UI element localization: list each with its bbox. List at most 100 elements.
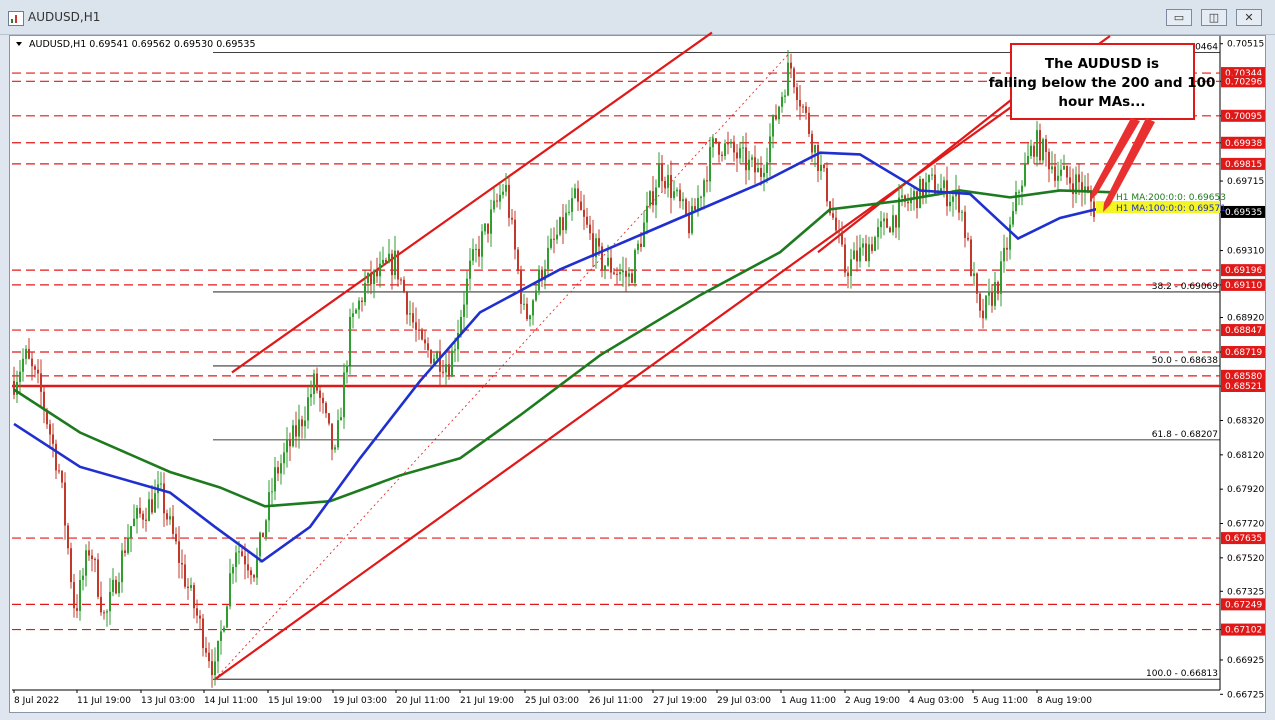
candle-body [865, 243, 867, 262]
candle-body [1060, 169, 1062, 176]
dropdown-icon[interactable] [16, 42, 22, 46]
candle-body [103, 612, 105, 614]
red-price-tag-label: 0.68521 [1225, 382, 1262, 392]
candle-body [682, 199, 684, 202]
candle-body [478, 248, 480, 257]
candle-body [40, 373, 42, 392]
candle-body [607, 257, 609, 266]
x-tick-label: 25 Jul 03:00 [525, 696, 579, 706]
candle-body [115, 579, 117, 594]
candle-body [850, 259, 852, 277]
candle-body [34, 366, 36, 370]
candle-body [208, 652, 210, 662]
candle-body [856, 250, 858, 262]
candle-body [1042, 139, 1044, 161]
candle-body [172, 516, 174, 534]
candle-body [307, 397, 309, 421]
candle-body [574, 188, 576, 199]
candle-body [736, 152, 738, 159]
candle-body [31, 358, 33, 367]
candle-body [61, 470, 63, 483]
candle-body [82, 575, 84, 580]
candle-body [763, 172, 765, 177]
candle-body [241, 551, 243, 556]
candle-body [190, 585, 192, 588]
candle-body [529, 315, 531, 320]
candle-body [400, 279, 402, 281]
candle-body [817, 145, 819, 171]
candle-body [382, 259, 384, 264]
candle-body [634, 250, 636, 283]
candle-body [211, 661, 213, 676]
candle-body [535, 290, 537, 301]
candle-body [1045, 139, 1047, 152]
y-tick-label: 0.67720 [1227, 519, 1264, 529]
candle-body [355, 309, 357, 314]
candle-body [781, 96, 783, 107]
candle-body [730, 141, 732, 144]
candle-body [499, 194, 501, 202]
candle-body [673, 191, 675, 198]
x-tick-label: 14 Jul 11:00 [204, 696, 258, 706]
candle-body [802, 106, 804, 108]
candle-body [931, 174, 933, 176]
candle-body [637, 243, 639, 251]
candle-body [472, 249, 474, 261]
candle-body [466, 278, 468, 305]
red-price-tag-label: 0.70296 [1225, 77, 1262, 87]
candle-body [262, 532, 264, 538]
candle-body [451, 350, 453, 377]
candle-body [325, 403, 327, 414]
candle-body [556, 234, 558, 240]
candle-body [298, 419, 300, 437]
candle-body [1012, 211, 1014, 225]
y-tick-label: 0.68920 [1227, 314, 1264, 324]
candle-body [196, 608, 198, 616]
candle-body [334, 447, 336, 450]
candle-body [1033, 145, 1035, 157]
candle-body [388, 253, 390, 263]
candle-body [1009, 224, 1011, 250]
candle-body [493, 200, 495, 210]
candle-body [751, 157, 753, 160]
candle-body [79, 579, 81, 611]
candle-body [25, 348, 27, 359]
candle-body [979, 293, 981, 311]
candle-body [793, 68, 795, 88]
candle-body [127, 537, 129, 554]
y-tick-label: 0.66925 [1227, 656, 1264, 666]
candle-body [862, 243, 864, 248]
candle-body [619, 272, 621, 275]
annotation-text-line: falling below the 200 and 100 [989, 75, 1216, 91]
red-price-tag-label: 0.70095 [1225, 112, 1262, 122]
candle-body [394, 250, 396, 276]
price-chart[interactable]: 38.2 - 0.69069 50.0 - 0.68638 61.8 - 0.682… [0, 0, 1275, 720]
x-tick-label: 5 Aug 11:00 [973, 696, 1028, 706]
candle-body [649, 191, 651, 206]
candle-body [559, 217, 561, 235]
candle-body [598, 238, 600, 247]
red-price-tag-label: 0.69110 [1225, 281, 1262, 291]
candle-body [928, 174, 930, 183]
fib-label: 61.8 - 0.68207 [1152, 430, 1218, 440]
candle-body [676, 189, 678, 192]
candle-body [685, 199, 687, 215]
candle-body [1000, 261, 1002, 294]
candle-body [1048, 151, 1050, 170]
candle-body [976, 273, 978, 294]
candle-body [55, 443, 57, 471]
candle-body [370, 272, 372, 285]
candle-body [766, 162, 768, 173]
candle-body [646, 205, 648, 223]
candle-body [319, 390, 321, 398]
candle-body [961, 211, 963, 213]
candle-body [505, 184, 507, 192]
candle-body [859, 247, 861, 262]
candle-body [484, 223, 486, 232]
candle-body [748, 159, 750, 171]
candle-body [1057, 175, 1059, 181]
candle-body [301, 419, 303, 427]
candle-body [58, 470, 60, 472]
candle-body [118, 582, 120, 594]
ma200-line [13, 189, 1111, 508]
